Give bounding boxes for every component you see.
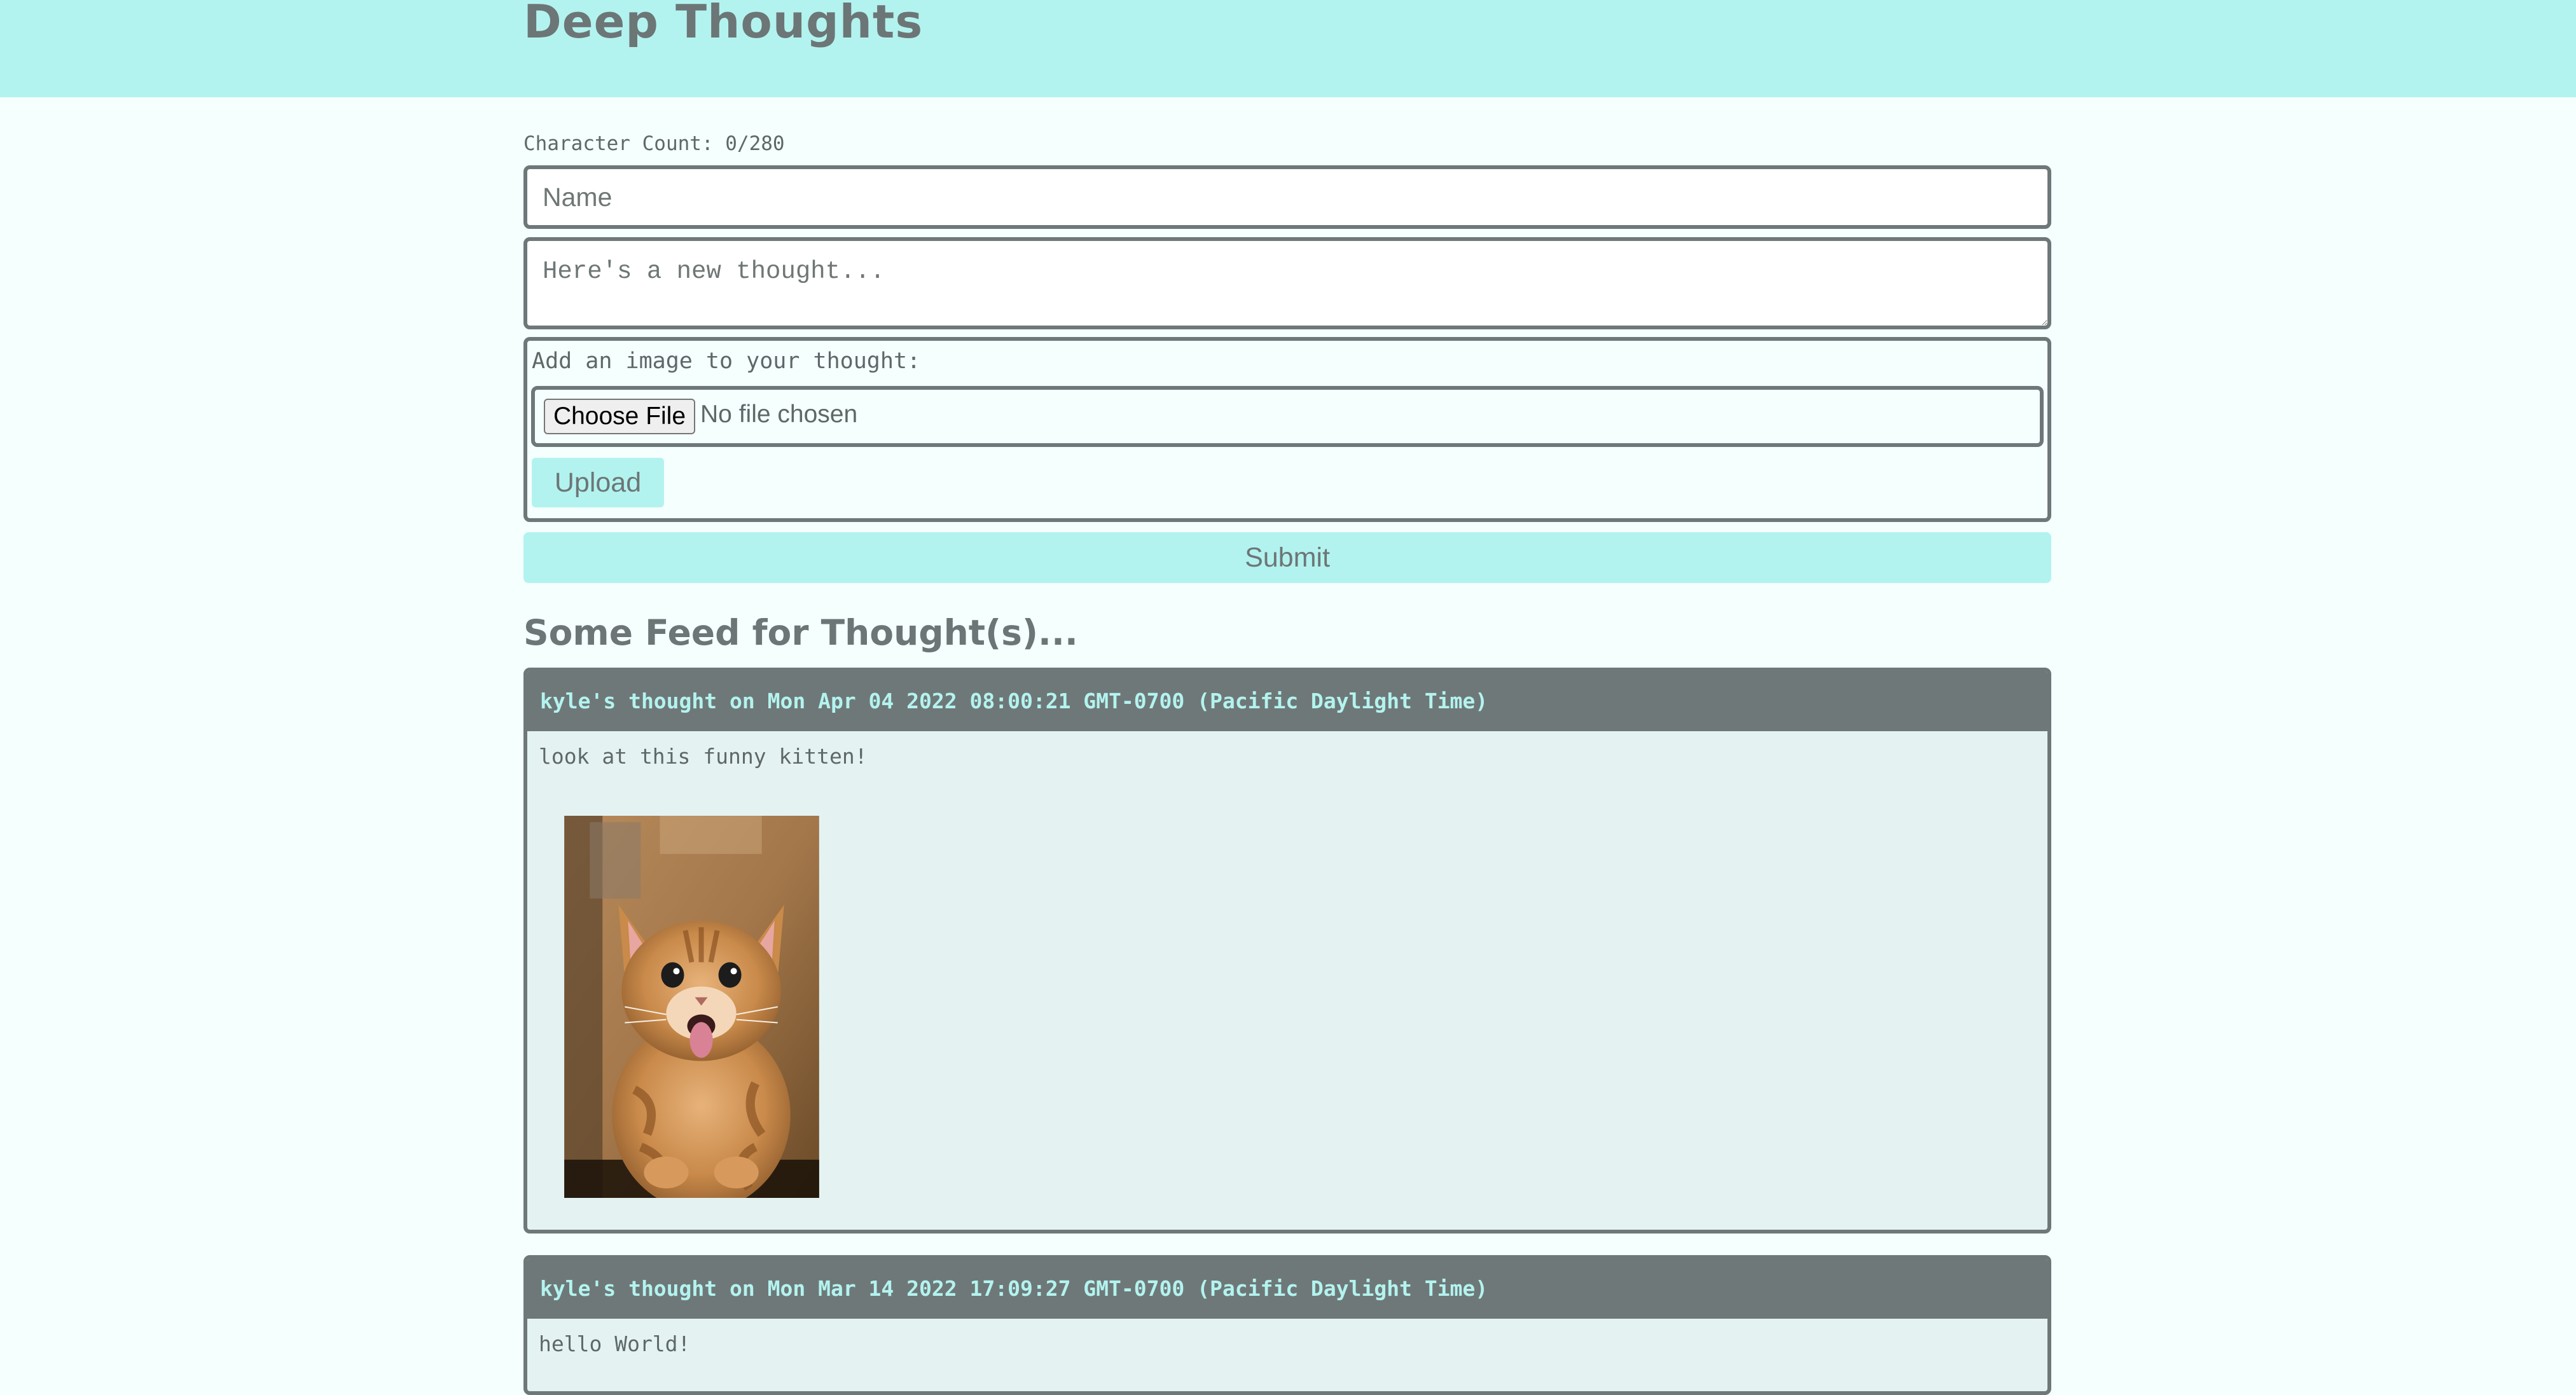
thought-card: kyle's thought on Mon Mar 14 2022 17:09:… [523, 1255, 2051, 1395]
file-status-text: No file chosen [700, 401, 858, 428]
submit-button[interactable]: Submit [523, 532, 2051, 583]
thought-card-text: hello World! [539, 1331, 691, 1356]
character-count: Character Count: 0/280 [523, 132, 785, 155]
page-title: Deep Thoughts [523, 0, 924, 48]
thought-card-header: kyle's thought on Mon Apr 04 2022 08:00:… [527, 671, 2047, 731]
thought-card-text: look at this funny kitten! [539, 744, 868, 769]
thought-card-header: kyle's thought on Mon Mar 14 2022 17:09:… [527, 1259, 2047, 1319]
image-upload-label: Add an image to your thought: [532, 348, 921, 374]
choose-file-button[interactable]: Choose File [544, 399, 695, 434]
thought-textarea[interactable] [523, 237, 2051, 329]
upload-button[interactable]: Upload [532, 458, 664, 507]
feed-title: Some Feed for Thought(s)... [523, 612, 1078, 653]
name-input[interactable] [523, 165, 2051, 229]
site-header: Deep Thoughts [0, 0, 2576, 97]
kitten-photo [564, 816, 819, 1198]
